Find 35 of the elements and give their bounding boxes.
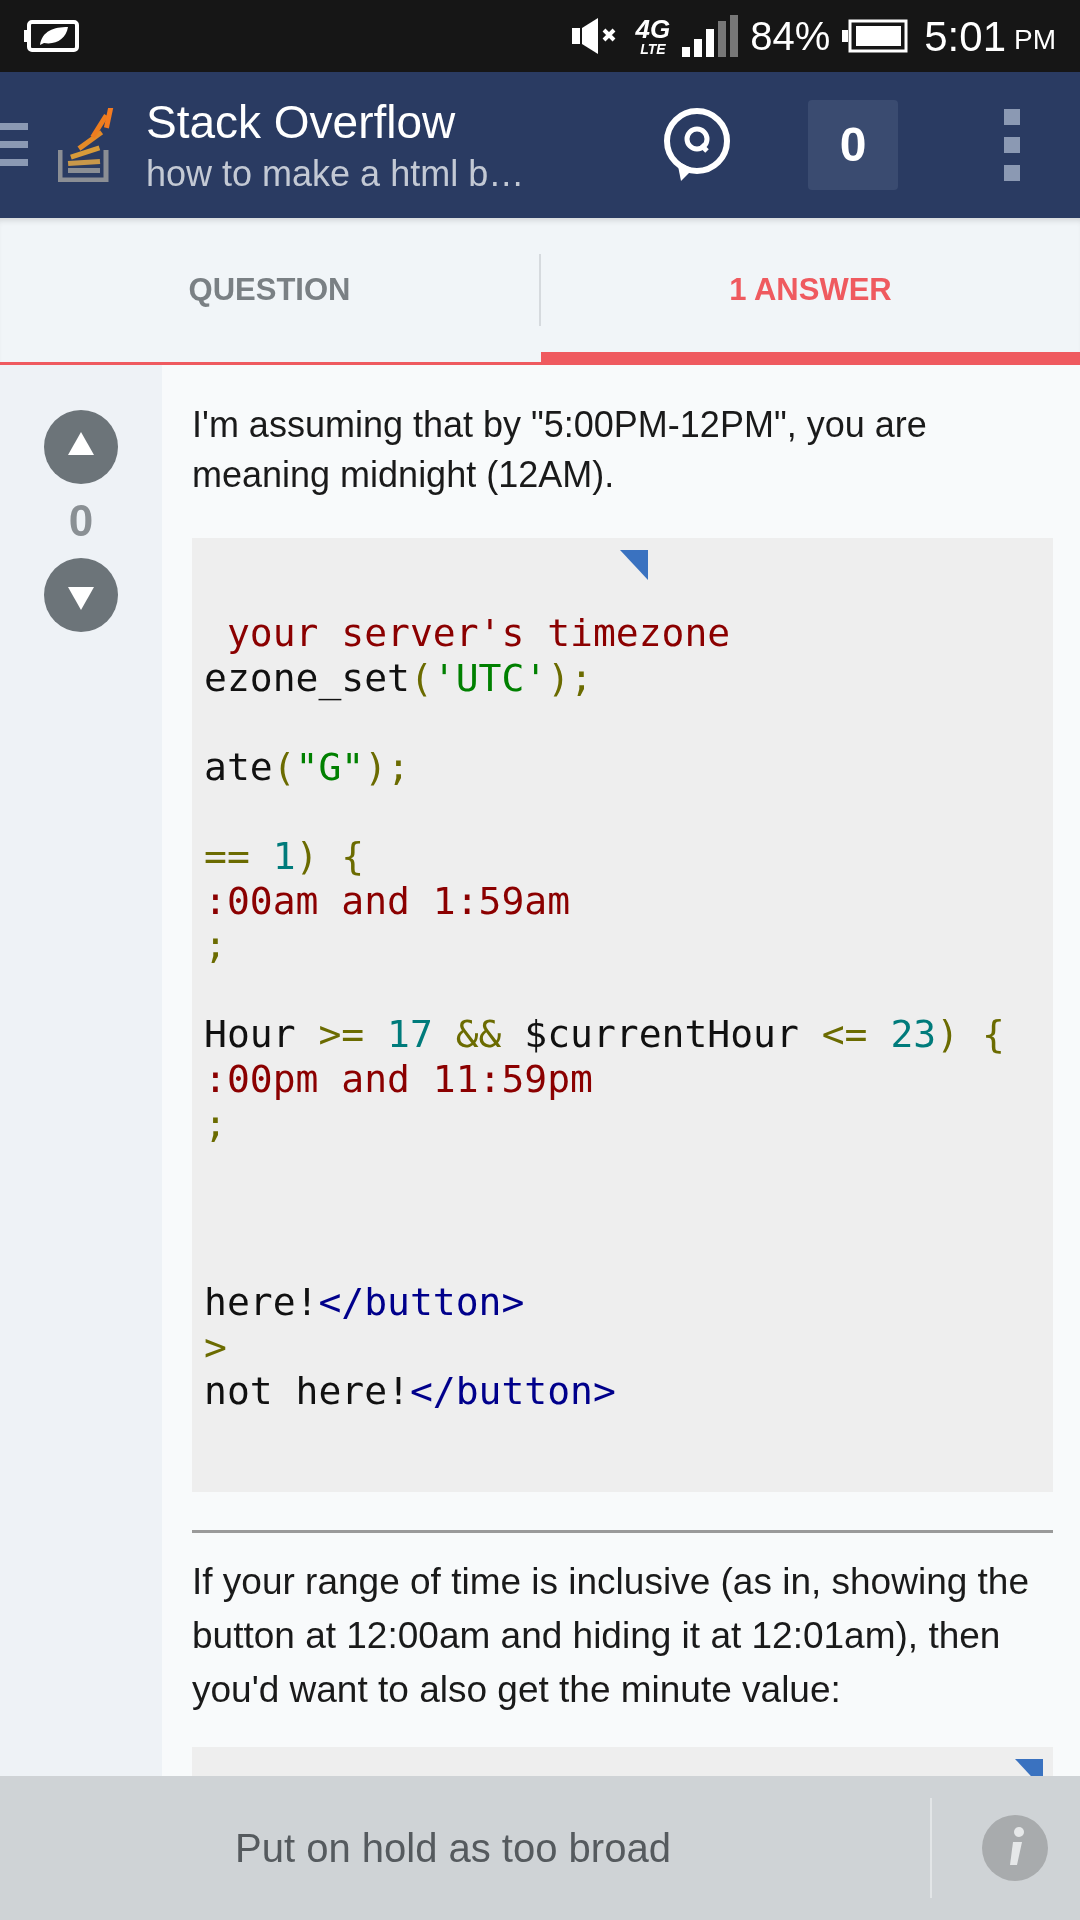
battery-percent: 84% [750, 13, 831, 60]
menu-icon[interactable] [0, 123, 28, 167]
code-line: Hour >= 17 && $currentHour <= 23) { [204, 1012, 1006, 1057]
code-corner-icon [620, 550, 648, 580]
code-line: :00am and 1:59am [204, 878, 572, 924]
overflow-menu-icon[interactable] [1004, 109, 1020, 181]
network-type-icon: 4G LTE [635, 16, 671, 56]
downvote-button[interactable] [44, 558, 118, 632]
clock-time: 5:01 [924, 11, 1006, 62]
upvote-button[interactable] [44, 410, 118, 484]
vote-count: 0 [68, 495, 94, 547]
code-line: :00pm and 11:59pm [204, 1056, 594, 1102]
battery-icon [842, 19, 909, 53]
code-line: ezone_set('UTC'); [204, 655, 594, 701]
stack-logo-icon [58, 108, 116, 182]
clock-ampm: PM [1014, 23, 1056, 57]
code-line: == 1) { [204, 833, 366, 879]
code-line: ; [204, 1101, 228, 1147]
close-reason-text: Put on hold as too broad [235, 1825, 672, 1872]
code-line: > [204, 1324, 228, 1370]
answer-text: If your range of time is inclusive (as in, showing the button at 12:00am and hiding it at 12:01am), then you'd want to also get the minute value: [192, 1559, 1030, 1712]
app-title: Stack Overflow [146, 94, 457, 150]
chat-bubble-icon[interactable] [661, 107, 733, 183]
code-line: not here!</button> [204, 1369, 617, 1414]
answer-text: I'm assuming that by "5:00PM-12PM", you are meaning midnight (12AM). [192, 403, 928, 497]
inbox-count-button[interactable]: 0 [808, 100, 898, 190]
tab[interactable]: QUESTION [0, 218, 539, 362]
code-line: ate("G"); [204, 744, 411, 790]
code-line: your server's timezone [225, 611, 732, 656]
code-line: here!</button> [204, 1279, 526, 1325]
battery-leaf-icon [24, 19, 82, 53]
signal-icon [682, 15, 739, 57]
question-subtitle: how to make a html b… [146, 152, 526, 197]
code-line: ; [204, 923, 228, 968]
tab[interactable]: 1 ANSWER [541, 218, 1080, 362]
